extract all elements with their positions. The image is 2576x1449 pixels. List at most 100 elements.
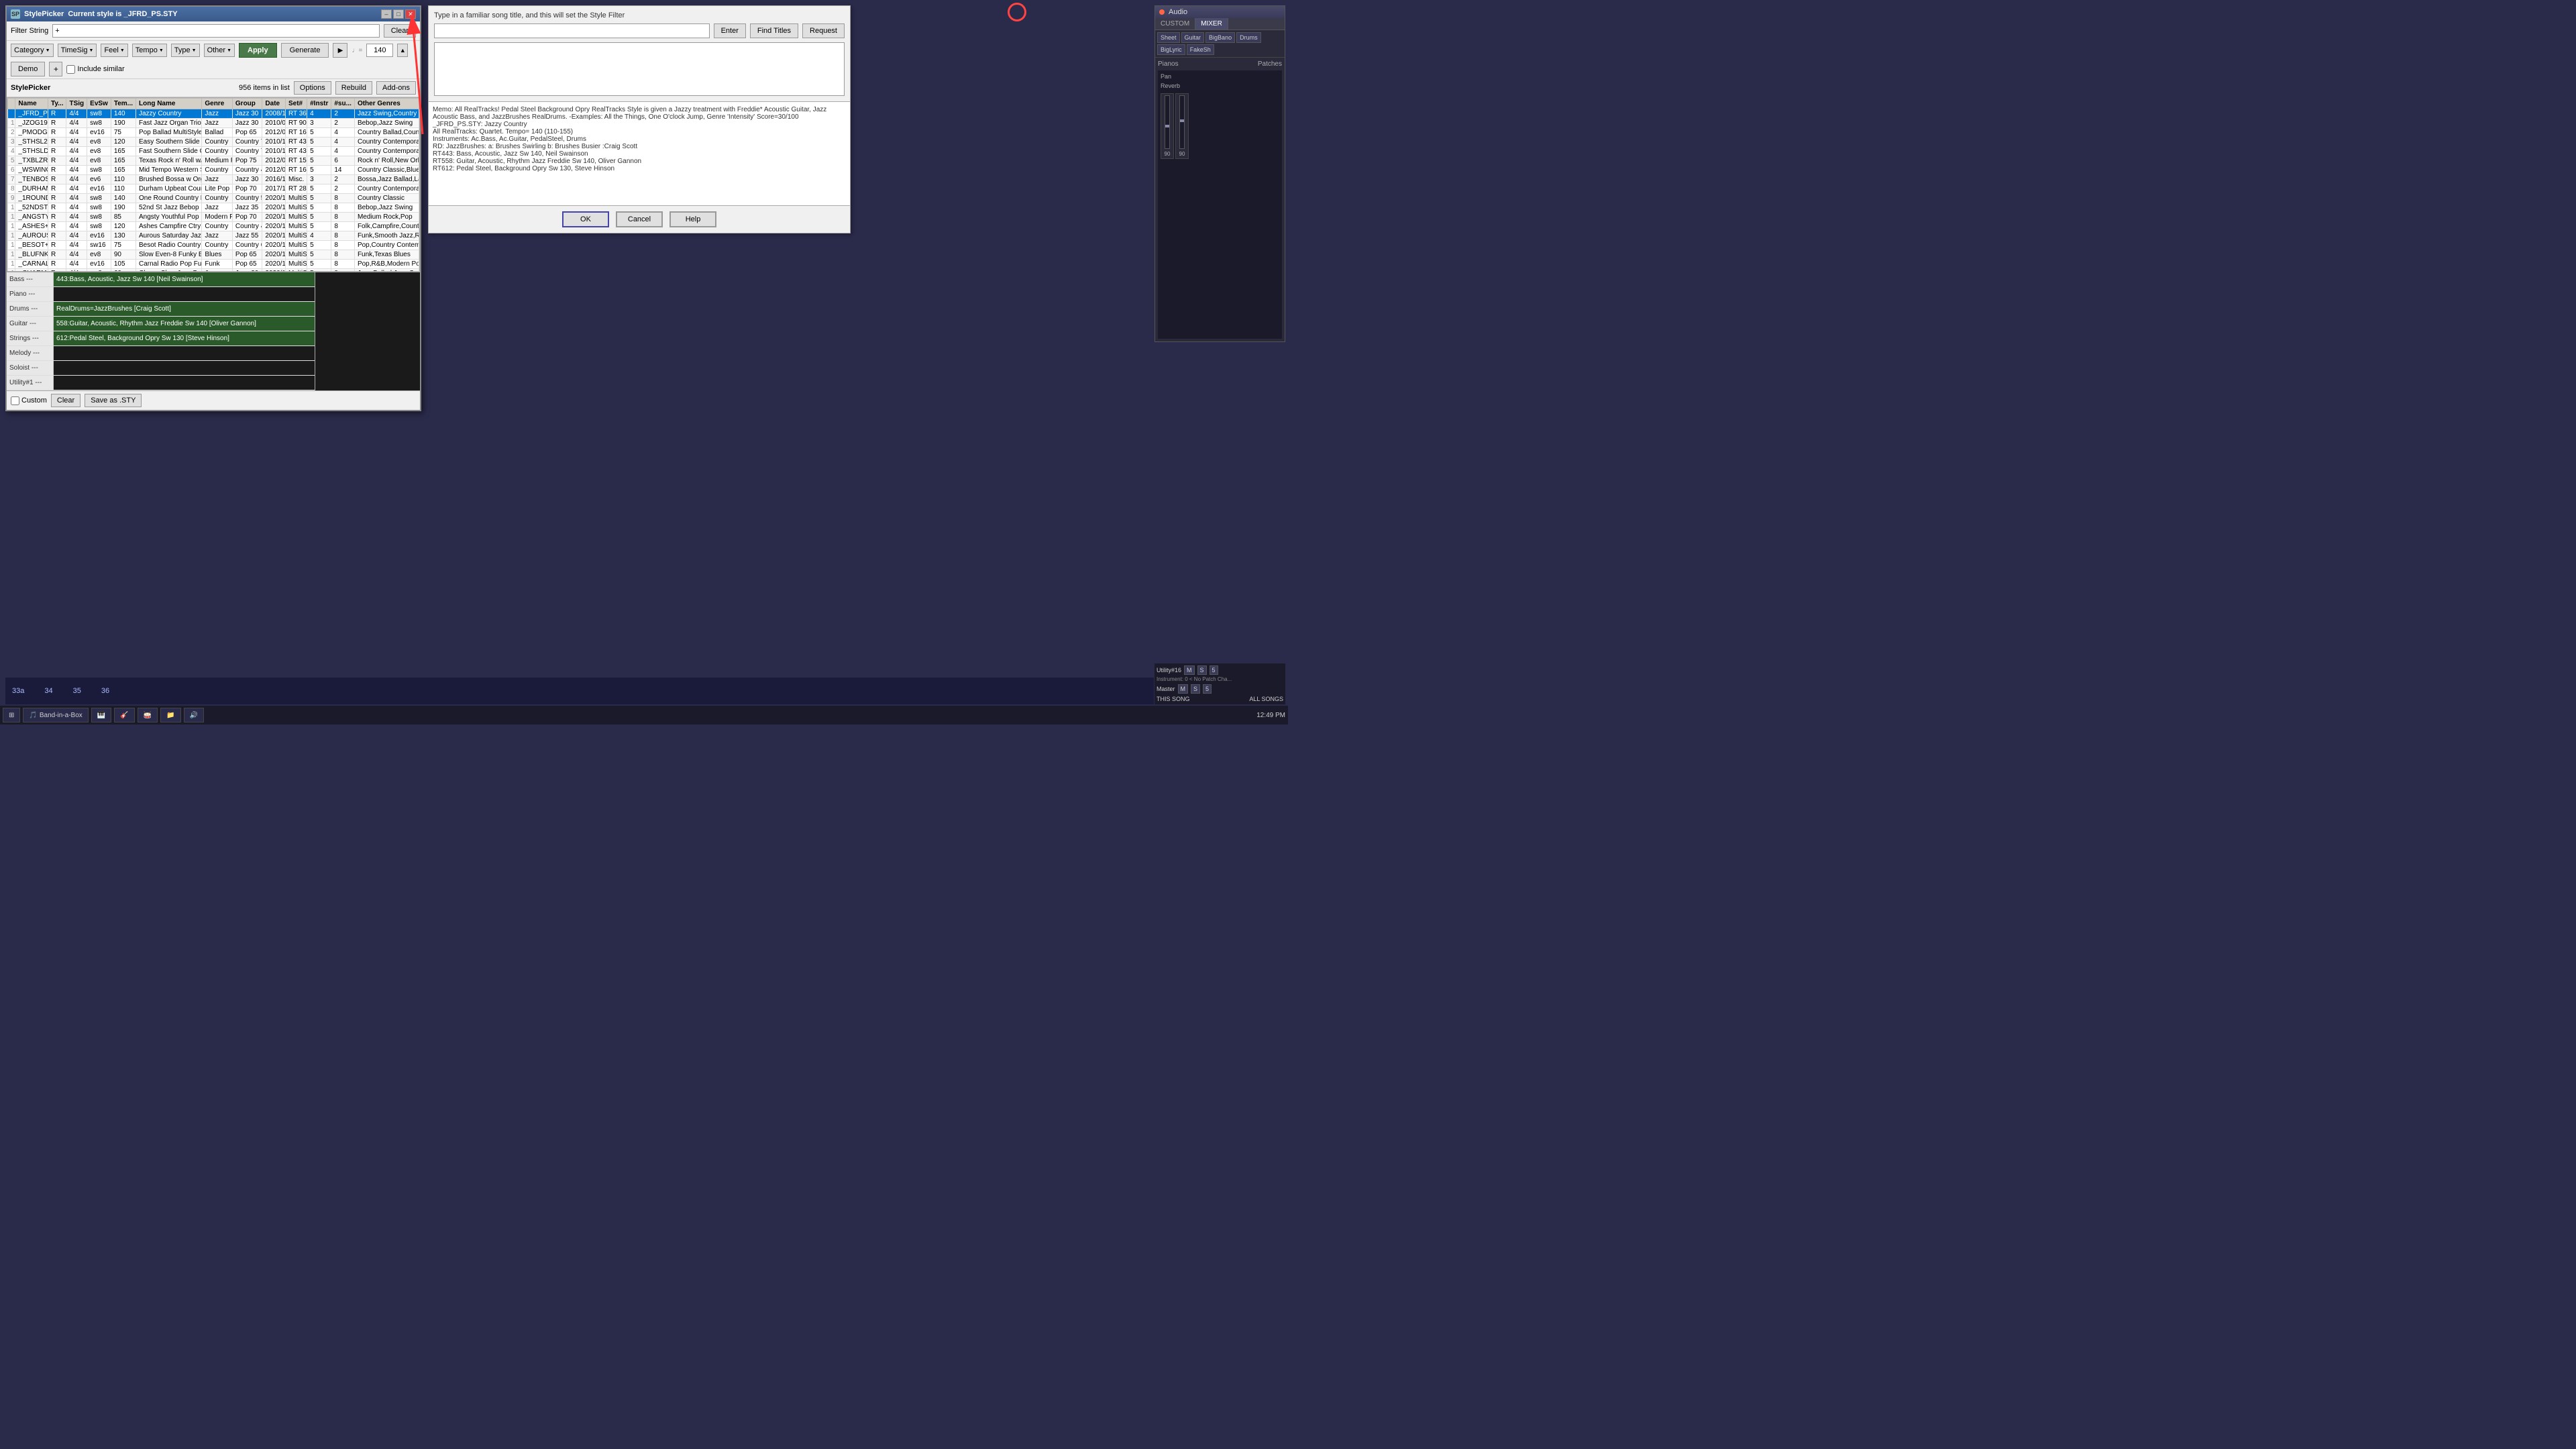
taskbar-band-in-box[interactable]: 🎵 Band-in-a-Box <box>23 708 88 722</box>
taskbar-item-3[interactable]: 🎸 <box>114 708 134 722</box>
tempo-up-button[interactable]: ▲ <box>397 44 408 57</box>
table-row[interactable]: _JFRD_PSR4/4sw8140Jazzy CountryJazzJazz … <box>8 109 419 119</box>
table-row[interactable]: 13_AUROUS+R4/4ev16130Aurous Saturday Jaz… <box>8 231 419 241</box>
table-row[interactable]: 3_STHSL2+R4/4ev8120Easy Southern Slide &… <box>8 138 419 147</box>
track-visualization <box>315 272 420 390</box>
taskbar-item-2[interactable]: 🎹 <box>91 708 111 722</box>
track-bar[interactable] <box>54 287 315 301</box>
request-button[interactable]: Request <box>802 23 845 38</box>
save-sty-button[interactable]: Save as .STY <box>85 394 142 407</box>
apply-button[interactable]: Apply <box>239 43 277 58</box>
audio-section-buttons: Sheet Guitar BigBano Drums BigLyric Fake… <box>1155 30 1285 57</box>
include-similar-checkbox[interactable] <box>66 65 75 74</box>
play-button[interactable]: ▶ <box>333 43 347 58</box>
master-label: Master <box>1157 686 1175 692</box>
find-titles-button[interactable]: Find Titles <box>750 23 798 38</box>
table-row[interactable]: 1_JZOG190R4/4sw8190Fast Jazz Organ TrioJ… <box>8 119 419 128</box>
col-othergenre[interactable]: Other Genres <box>354 99 419 109</box>
clear-button[interactable]: Clear <box>384 24 416 38</box>
col-instr[interactable]: #Instr <box>307 99 331 109</box>
track-bar[interactable] <box>54 376 315 390</box>
tempo-dropdown[interactable]: Tempo <box>132 44 167 57</box>
timesig-dropdown[interactable]: TimeSig <box>58 44 97 57</box>
bigbano-button[interactable]: BigBano <box>1205 32 1235 43</box>
track-bar[interactable]: 443:Bass, Acoustic, Jazz Sw 140 [Neil Sw… <box>54 272 315 286</box>
table-row[interactable]: 7_TENBOSSR4/4ev6110Brushed Bossa w Organ… <box>8 175 419 184</box>
feel-dropdown[interactable]: Feel <box>101 44 127 57</box>
table-row[interactable]: 5_TXBLZR+R4/4ev8165Texas Rock n' Roll w/… <box>8 156 419 166</box>
generate-button[interactable]: Generate <box>281 43 329 58</box>
addons-button[interactable]: Add-ons <box>376 81 416 95</box>
taskbar-app-label: Band-in-a-Box <box>40 712 83 719</box>
options-button[interactable]: Options <box>294 81 331 95</box>
taskbar-item-5[interactable]: 📁 <box>160 708 180 722</box>
taskbar-start[interactable]: ⊞ <box>3 708 20 722</box>
tempo-input[interactable] <box>366 44 393 57</box>
close-button[interactable]: ✕ <box>405 9 416 19</box>
col-group[interactable]: Group <box>232 99 262 109</box>
track-bar[interactable] <box>54 361 315 375</box>
col-date[interactable]: Date <box>262 99 286 109</box>
table-row[interactable]: 8_DURHAMR4/4ev16110Durham Upbeat Country… <box>8 184 419 194</box>
category-dropdown[interactable]: Category <box>11 44 54 57</box>
track-label: Utility#1 --- <box>7 376 54 390</box>
filter-input[interactable] <box>52 24 379 38</box>
table-row[interactable]: 14_BESOT+R4/4sw1675Besot Radio Country F… <box>8 241 419 250</box>
col-name[interactable]: Name <box>15 99 48 109</box>
drums-button[interactable]: Drums <box>1236 32 1261 43</box>
custom-checkbox[interactable] <box>11 396 19 405</box>
pianos-label: Pianos <box>1158 60 1179 68</box>
tab-custom[interactable]: CUSTOM <box>1155 18 1195 30</box>
table-row[interactable]: 15_BLUFNK+R4/4ev890Slow Even-8 Funky Blu… <box>8 250 419 260</box>
col-su[interactable]: #su... <box>331 99 355 109</box>
taskbar-item-6[interactable]: 🔊 <box>184 708 204 722</box>
type-dropdown[interactable]: Type <box>171 44 200 57</box>
track-bar[interactable]: 558:Guitar, Acoustic, Rhythm Jazz Freddi… <box>54 317 315 331</box>
plus-button[interactable]: + <box>49 62 62 76</box>
col-setnum[interactable]: Set# <box>285 99 307 109</box>
bottom-tracks-area: Bass ---443:Bass, Acoustic, Jazz Sw 140 … <box>7 272 420 390</box>
demo-button[interactable]: Demo <box>11 62 45 76</box>
fader-1[interactable] <box>1165 125 1169 127</box>
tab-mixer[interactable]: MIXER <box>1195 18 1228 30</box>
table-row[interactable]: 6_WSWING+R4/4sw8165Mid Tempo Western Swi… <box>8 166 419 175</box>
table-row[interactable]: 16_CARNAL+R4/4ev16105Carnal Radio Pop Fu… <box>8 260 419 269</box>
biglyric-button[interactable]: BigLyric <box>1157 44 1185 55</box>
cancel-button[interactable]: Cancel <box>616 211 663 227</box>
table-header: Name Ty... TSig EvSw Tem... Long Name Ge… <box>8 99 419 109</box>
rebuild-button[interactable]: Rebuild <box>335 81 372 95</box>
col-longname[interactable]: Long Name <box>136 99 202 109</box>
col-tempo[interactable]: Tem... <box>111 99 136 109</box>
guitar-button[interactable]: Guitar <box>1181 32 1205 43</box>
titlebar-buttons: – □ ✕ <box>381 9 416 19</box>
maximize-button[interactable]: □ <box>393 9 404 19</box>
fader-2[interactable] <box>1180 119 1184 122</box>
table-row[interactable]: 4_STHSLD+R4/4ev8165Fast Southern Slide G… <box>8 147 419 156</box>
col-genre[interactable]: Genre <box>202 99 233 109</box>
taskbar-item-4[interactable]: 🥁 <box>138 708 158 722</box>
clear-bottom-button[interactable]: Clear <box>51 394 80 407</box>
style-table-container[interactable]: Name Ty... TSig EvSw Tem... Long Name Ge… <box>7 97 420 272</box>
fader-track-2 <box>1179 95 1185 149</box>
track-bar[interactable] <box>54 346 315 360</box>
fakesh-button[interactable]: FakeSh <box>1187 44 1214 55</box>
table-row[interactable]: 10_52NDST+R4/4sw819052nd St Jazz Bebop M… <box>8 203 419 213</box>
sheet-button[interactable]: Sheet <box>1157 32 1180 43</box>
col-type[interactable]: Ty... <box>48 99 66 109</box>
song-title-input[interactable] <box>434 23 710 38</box>
col-num[interactable] <box>8 99 15 109</box>
table-row[interactable]: 12_ASHES+R4/4sw8120Ashes Campfire Ctry S… <box>8 222 419 231</box>
table-row[interactable]: 9_1ROUND+R4/4sw8140One Round Country Boo… <box>8 194 419 203</box>
dialog-action-buttons: OK Cancel Help <box>429 205 850 233</box>
col-evsw[interactable]: EvSw <box>87 99 111 109</box>
ok-button[interactable]: OK <box>562 211 609 227</box>
help-button[interactable]: Help <box>669 211 716 227</box>
table-row[interactable]: 2_PMODGR+R4/4ev1675Pop Ballad MultiStyle… <box>8 128 419 138</box>
track-bar[interactable]: RealDrums=JazzBrushes [Craig Scott] <box>54 302 315 316</box>
other-dropdown[interactable]: Other <box>204 44 235 57</box>
col-tsig[interactable]: TSig <box>66 99 87 109</box>
track-bar[interactable]: 612:Pedal Steel, Background Opry Sw 130 … <box>54 331 315 345</box>
enter-button[interactable]: Enter <box>714 23 746 38</box>
minimize-button[interactable]: – <box>381 9 392 19</box>
table-row[interactable]: 11_ANGSTY+R4/4sw885Angsty Youthful Pop M… <box>8 213 419 222</box>
